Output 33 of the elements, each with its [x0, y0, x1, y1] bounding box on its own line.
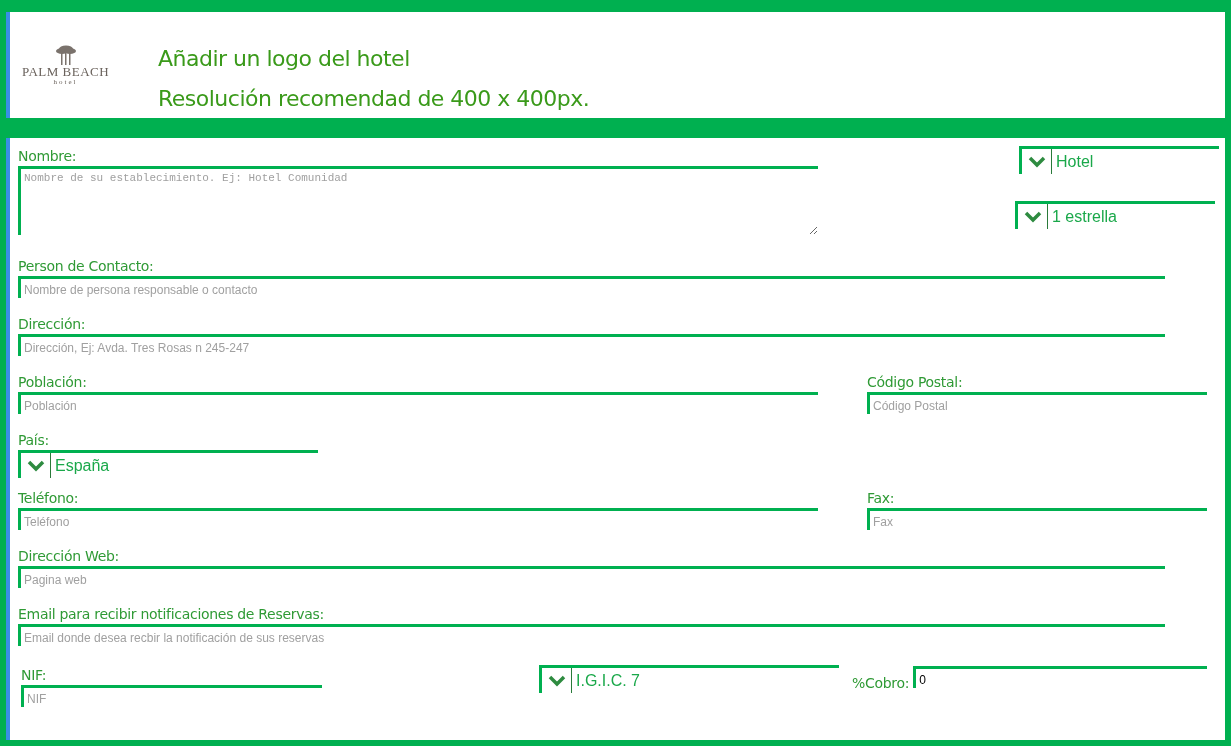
- postal-code-field[interactable]: Código Postal: [867, 392, 1207, 414]
- type-select[interactable]: Hotel: [1019, 146, 1219, 174]
- field-label: Población:: [18, 373, 88, 392]
- field-label: Dirección Web:: [18, 547, 120, 566]
- field-label: Fax:: [867, 489, 896, 508]
- chevron-down-icon: [1027, 155, 1046, 168]
- address-field[interactable]: Dirección, Ej: Avda. Tres Rosas n 245-247: [18, 334, 1165, 356]
- chevron-down-icon: [1023, 210, 1042, 223]
- field-label: %Cobro:: [852, 675, 910, 691]
- field-label: NIF:: [21, 666, 48, 685]
- stars-select[interactable]: 1 estrella: [1015, 201, 1215, 229]
- nif-field[interactable]: NIF: [21, 685, 322, 707]
- email-field[interactable]: Email donde desea recbir la notificación de sus reservas: [18, 624, 1165, 646]
- fax-field[interactable]: Fax: [867, 508, 1207, 530]
- country-select[interactable]: España: [18, 450, 318, 478]
- name-field[interactable]: Nombre de su establecimiento. Ej: Hotel Comunidad: [18, 166, 818, 235]
- tax-select[interactable]: I.G.I.C. 7: [539, 665, 839, 693]
- logo-upload-title: Añadir un logo del hotel: [158, 45, 411, 73]
- field-label: Teléfono:: [18, 489, 80, 508]
- city-field[interactable]: Población: [18, 392, 818, 414]
- chevron-down-icon: [547, 674, 566, 687]
- contact-field[interactable]: Nombre de persona responsable o contacto: [18, 276, 1165, 298]
- field-label: Dirección:: [18, 315, 87, 334]
- field-label: Código Postal:: [867, 373, 964, 392]
- field-label: Nombre:: [18, 147, 78, 166]
- field-label: Person de Contacto:: [18, 257, 155, 276]
- resolution-hint: Resolución recomendad de 400 x 400px.: [158, 85, 591, 113]
- field-label: País:: [18, 431, 50, 450]
- cobro-field[interactable]: 0: [913, 666, 1208, 688]
- chevron-down-icon: [26, 459, 45, 472]
- field-label: Email para recibir notificaciones de Reservas:: [18, 605, 325, 624]
- web-field[interactable]: Pagina web: [18, 566, 1165, 588]
- phone-field[interactable]: Teléfono: [18, 508, 818, 530]
